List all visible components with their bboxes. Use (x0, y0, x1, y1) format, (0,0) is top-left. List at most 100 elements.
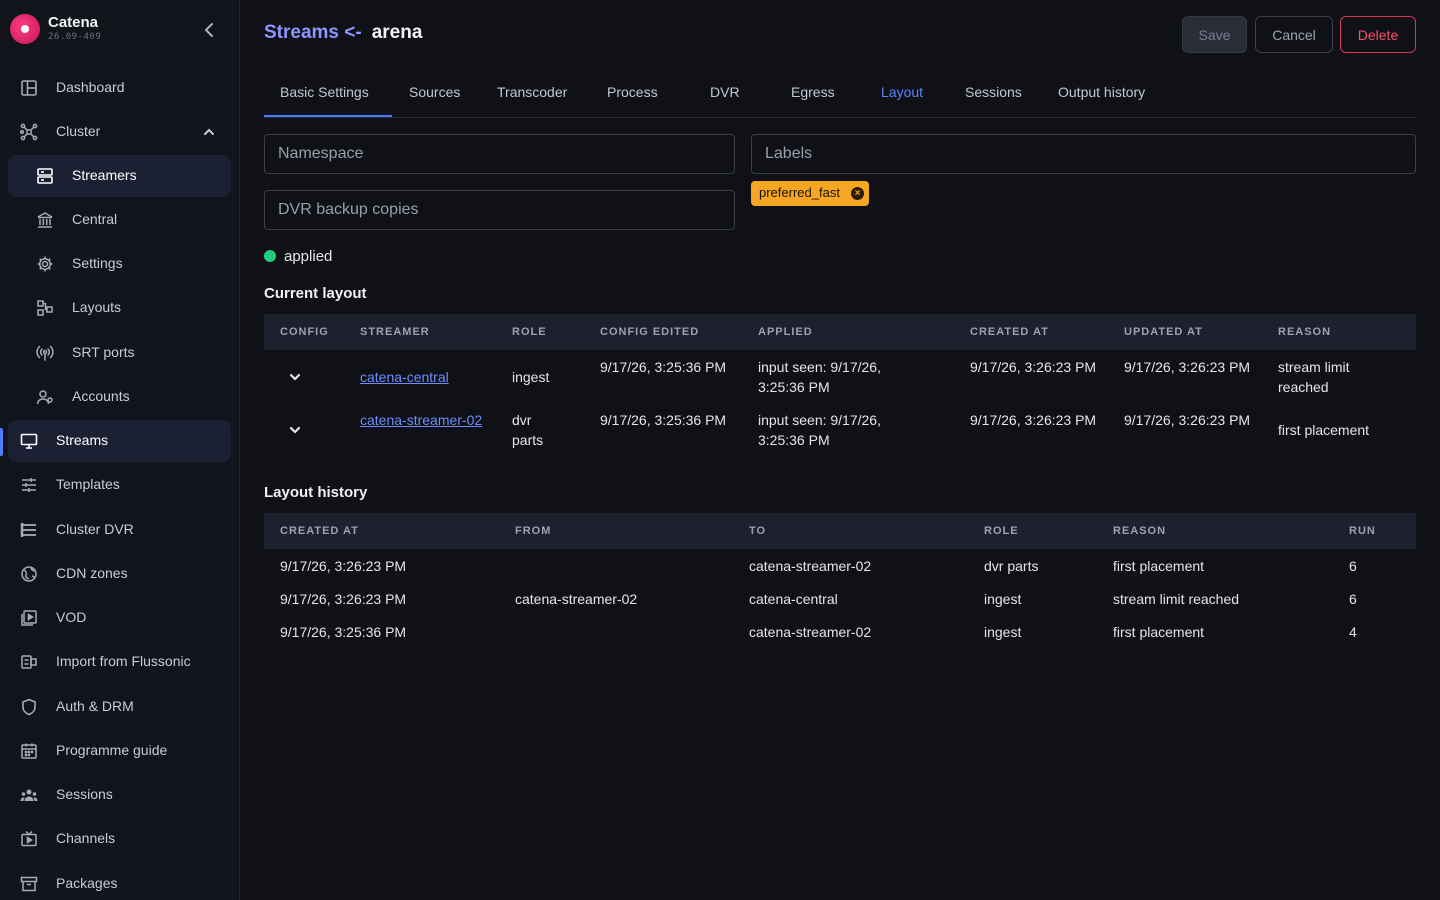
tab-layout[interactable]: Layout (881, 84, 923, 100)
tab-output-history[interactable]: Output history (1058, 84, 1145, 100)
streamer-link[interactable]: catena-central (360, 367, 449, 387)
sidebar-item-auth-drm[interactable]: Auth & DRM (8, 686, 231, 728)
history-to-cell: catena-streamer-02 (749, 624, 872, 640)
sidebar-item-label: CDN zones (56, 565, 128, 581)
sidebar-item-settings[interactable]: Settings (8, 243, 231, 285)
namespace-input[interactable]: Namespace (264, 134, 735, 174)
active-nav-marker (0, 428, 3, 456)
cancel-button[interactable]: Cancel (1255, 16, 1333, 53)
sidebar-item-sessions[interactable]: Sessions (8, 774, 231, 816)
dvr-backup-copies-input[interactable]: DVR backup copies (264, 190, 735, 230)
applied-cell: input seen: 9/17/26, 3:25:36 PM (758, 359, 881, 395)
video-library-icon (21, 610, 37, 626)
sidebar-item-label: Templates (56, 476, 120, 492)
sidebar-item-label: Channels (56, 830, 116, 846)
history-created-at-cell: 9/17/26, 3:25:36 PM (280, 624, 407, 640)
sidebar-item-programme-guide[interactable]: Programme guide (8, 730, 231, 772)
sidebar-item-label: Accounts (72, 388, 130, 404)
column-header: TO (749, 525, 767, 537)
config-edited-cell: 9/17/26, 3:25:36 PM (600, 359, 727, 375)
tab-sources[interactable]: Sources (409, 84, 460, 100)
tab-egress[interactable]: Egress (791, 84, 835, 100)
history-to-cell: catena-streamer-02 (749, 558, 872, 574)
history-run-cell: 6 (1349, 591, 1357, 607)
sidebar-item-label: Import from Flussonic (56, 653, 191, 669)
save-button[interactable]: Save (1182, 16, 1247, 53)
expand-row-icon[interactable] (288, 423, 302, 437)
cluster-icon (20, 123, 38, 141)
tab-basic-settings[interactable]: Basic Settings (280, 84, 369, 100)
tab-sessions[interactable]: Sessions (965, 84, 1022, 100)
accounts-icon (36, 390, 53, 405)
applied-cell: input seen: 9/17/26, 3:25:36 PM (758, 412, 881, 448)
breadcrumb-streams-link[interactable]: Streams <- (264, 22, 362, 43)
sidebar-item-packages[interactable]: Packages (8, 863, 231, 900)
sidebar-item-accounts[interactable]: Accounts (8, 376, 231, 418)
sidebar-item-cluster-dvr[interactable]: Cluster DVR (8, 509, 231, 551)
sidebar-item-dashboard[interactable]: Dashboard (8, 67, 231, 109)
bank-icon (37, 212, 53, 228)
gear-icon (37, 256, 53, 272)
sidebar-item-label: Central (72, 211, 118, 227)
delete-button[interactable]: Delete (1340, 16, 1416, 53)
list-icon (20, 523, 36, 537)
sidebar-item-channels[interactable]: Channels (8, 818, 231, 860)
stream-name: arena (371, 22, 423, 43)
history-role-cell: ingest (984, 624, 1022, 640)
history-reason-cell: stream limit reached (1113, 591, 1240, 607)
tab-transcoder[interactable]: Transcoder (497, 84, 567, 100)
brand-version: 26.09-409 (48, 32, 102, 42)
column-header: REASON (1113, 525, 1167, 537)
column-header: APPLIED (758, 326, 813, 338)
sidebar-item-label: Packages (56, 875, 118, 891)
people-icon (20, 789, 38, 801)
main-content: Streams <- arena Save Cancel Delete Basic… (264, 0, 1416, 900)
sidebar-item-import-flussonic[interactable]: Import from Flussonic (8, 641, 231, 683)
reason-cell: stream limit reached (1278, 359, 1350, 395)
sidebar-item-label: Cluster DVR (56, 521, 134, 537)
column-header: CONFIG (280, 326, 329, 338)
sidebar-item-streams[interactable]: Streams (8, 420, 231, 462)
catena-logo-icon (10, 14, 40, 44)
sidebar-item-cluster[interactable]: Cluster (8, 111, 231, 153)
created-at-cell: 9/17/26, 3:26:23 PM (970, 412, 1097, 428)
broadcast-icon (36, 345, 54, 361)
remove-label-icon[interactable]: × (851, 187, 864, 200)
reason-cell: first placement (1278, 422, 1370, 438)
sidebar-item-streamers[interactable]: Streamers (8, 155, 231, 197)
calendar-icon (21, 743, 37, 759)
tab-process[interactable]: Process (607, 84, 658, 100)
labels-input[interactable]: Labels (751, 134, 1416, 174)
expand-row-icon[interactable] (288, 370, 302, 384)
role-cell: dvr parts (512, 412, 544, 448)
updated-at-cell: 9/17/26, 3:26:23 PM (1124, 359, 1251, 375)
sidebar-item-label: Settings (72, 255, 123, 271)
history-to-cell: catena-central (749, 591, 838, 607)
sidebar-item-vod[interactable]: VOD (8, 597, 231, 639)
column-header: ROLE (512, 326, 547, 338)
column-header: CONFIG EDITED (600, 326, 700, 338)
chevron-up-icon (204, 128, 214, 135)
column-header: STREAMER (360, 326, 430, 338)
sidebar-item-label: Dashboard (56, 79, 125, 95)
server-icon (37, 168, 53, 184)
streamer-link[interactable]: catena-streamer-02 (360, 410, 488, 430)
shield-icon (22, 698, 36, 716)
chevron-left-icon (205, 23, 213, 37)
label-chip: preferred_fast × (751, 181, 869, 206)
sidebar-item-central[interactable]: Central (8, 199, 231, 241)
history-role-cell: dvr parts (984, 558, 1039, 574)
page-title: Streams <- arena (264, 22, 422, 44)
tab-dvr[interactable]: DVR (710, 84, 740, 100)
sidebar-item-cdn-zones[interactable]: CDN zones (8, 553, 231, 595)
layouts-icon (37, 300, 53, 316)
sidebar-item-templates[interactable]: Templates (8, 464, 231, 506)
sidebar-item-layouts[interactable]: Layouts (8, 287, 231, 329)
column-header: RUN (1349, 525, 1376, 537)
sidebar-item-srt-ports[interactable]: SRT ports (8, 332, 231, 374)
history-reason-cell: first placement (1113, 624, 1205, 640)
collapse-sidebar-button[interactable] (197, 18, 221, 42)
history-created-at-cell: 9/17/26, 3:26:23 PM (280, 591, 407, 607)
updated-at-cell: 9/17/26, 3:26:23 PM (1124, 412, 1251, 428)
column-header: CREATED AT (280, 525, 359, 537)
